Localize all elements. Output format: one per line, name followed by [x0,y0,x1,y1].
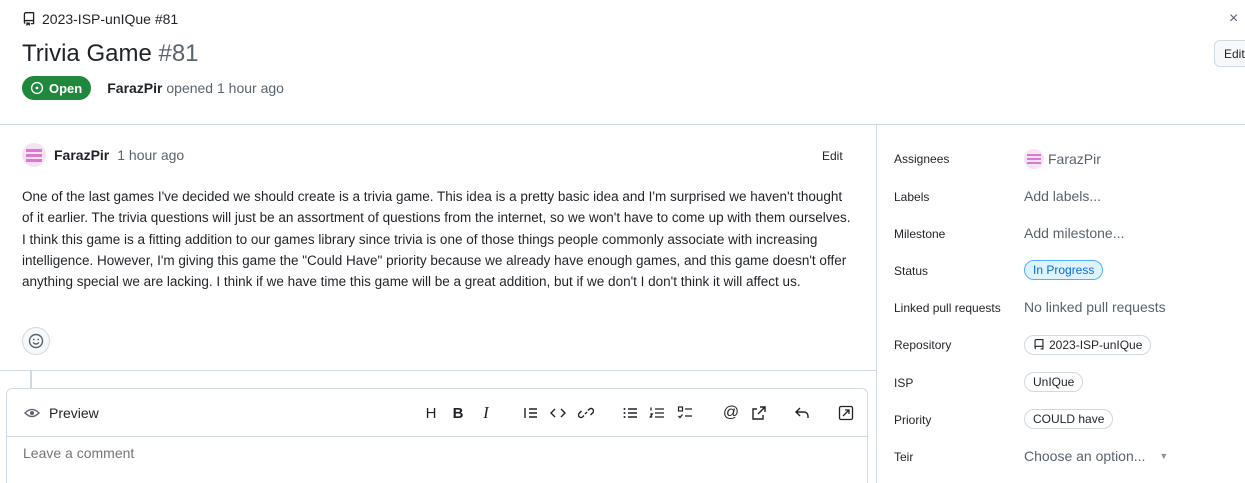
isp-value[interactable]: UnIQue [1024,372,1084,392]
teir-label[interactable]: Teir [894,450,913,464]
avatar[interactable] [22,143,46,167]
sidebar-divider [876,124,877,483]
header-divider [0,124,1245,125]
labels-value[interactable]: Add labels... [1024,188,1101,204]
status-value[interactable]: In Progress [1024,260,1104,280]
composer-toolbar: Preview H B I @ [7,389,867,437]
eye-icon [24,408,40,418]
quote-icon[interactable] [521,403,541,423]
reply-icon[interactable] [792,403,812,423]
assignees-label[interactable]: Assignees [894,152,949,166]
link-icon[interactable] [576,403,596,423]
chevron-down-icon: ▼ [1159,451,1169,461]
mention-icon[interactable]: @ [721,403,741,423]
issue-opened-icon [30,81,44,95]
priority-label[interactable]: Priority [894,413,931,427]
priority-pill: COULD have [1024,409,1114,429]
heading-icon[interactable]: H [421,403,441,423]
code-icon[interactable] [548,403,568,423]
milestone-value[interactable]: Add milestone... [1024,225,1124,241]
assignee-name: FarazPir [1048,151,1101,167]
labels-label[interactable]: Labels [894,190,929,204]
state-badge: Open [22,76,92,100]
repository-value[interactable]: 2023-ISP-unIQue [1024,335,1152,355]
repo-icon [23,12,35,26]
issue-title-text: Trivia Game [22,40,152,67]
add-reaction-button[interactable] [22,327,50,355]
status-label[interactable]: Status [894,264,928,278]
comment-header: FarazPir 1 hour ago [22,143,184,167]
comment-divider [0,370,876,371]
unordered-list-icon[interactable] [620,403,640,423]
teir-value: Choose an option... [1024,448,1146,464]
milestone-label[interactable]: Milestone [894,227,945,241]
opened-time: opened 1 hour ago [166,80,284,96]
ordered-list-icon[interactable] [647,403,667,423]
repo-icon [1034,339,1044,350]
status-pill: In Progress [1024,260,1104,280]
issue-title: Trivia Game #81 [22,40,199,68]
preview-label: Preview [49,405,99,421]
smiley-icon [28,333,44,349]
comment-input[interactable] [23,445,843,461]
linked-pr-value: No linked pull requests [1024,299,1166,315]
edit-title-button[interactable]: Edit [1214,40,1245,67]
preview-tab[interactable]: Preview [24,405,99,421]
issue-number: #81 [158,40,199,67]
task-list-icon[interactable] [675,403,695,423]
issue-state-row: Open FarazPir opened 1 hour ago [22,76,284,100]
repository-label[interactable]: Repository [894,338,951,352]
comment-body: One of the last games I've decided we sh… [22,189,851,290]
isp-pill: UnIQue [1024,372,1084,392]
comment-composer: Preview H B I @ [6,388,868,483]
fullscreen-icon[interactable] [836,403,856,423]
italic-icon[interactable]: I [476,403,496,423]
state-label: Open [49,80,83,96]
linked-pr-label[interactable]: Linked pull requests [894,301,1001,315]
repository-pill: 2023-ISP-unIQue [1024,335,1152,355]
author-link[interactable]: FarazPir [107,80,162,96]
assignee-avatar [1024,149,1044,169]
cross-reference-icon[interactable] [749,403,769,423]
opened-by-text: FarazPir opened 1 hour ago [107,80,284,96]
comment-author[interactable]: FarazPir [54,147,109,163]
edit-comment-button[interactable]: Edit [822,149,843,163]
repo-breadcrumb[interactable]: 2023-ISP-unIQue #81 [22,11,178,27]
repository-name: 2023-ISP-unIQue [1049,338,1143,352]
priority-value[interactable]: COULD have [1024,409,1114,429]
bold-icon[interactable]: B [448,403,468,423]
repo-ref-text: 2023-ISP-unIQue #81 [42,11,179,27]
teir-select[interactable]: Choose an option... ▼ [1024,448,1168,464]
assignee-value[interactable]: FarazPir [1024,149,1101,169]
comment-time[interactable]: 1 hour ago [117,147,184,163]
close-icon[interactable]: × [1229,10,1238,28]
isp-label[interactable]: ISP [894,376,913,390]
